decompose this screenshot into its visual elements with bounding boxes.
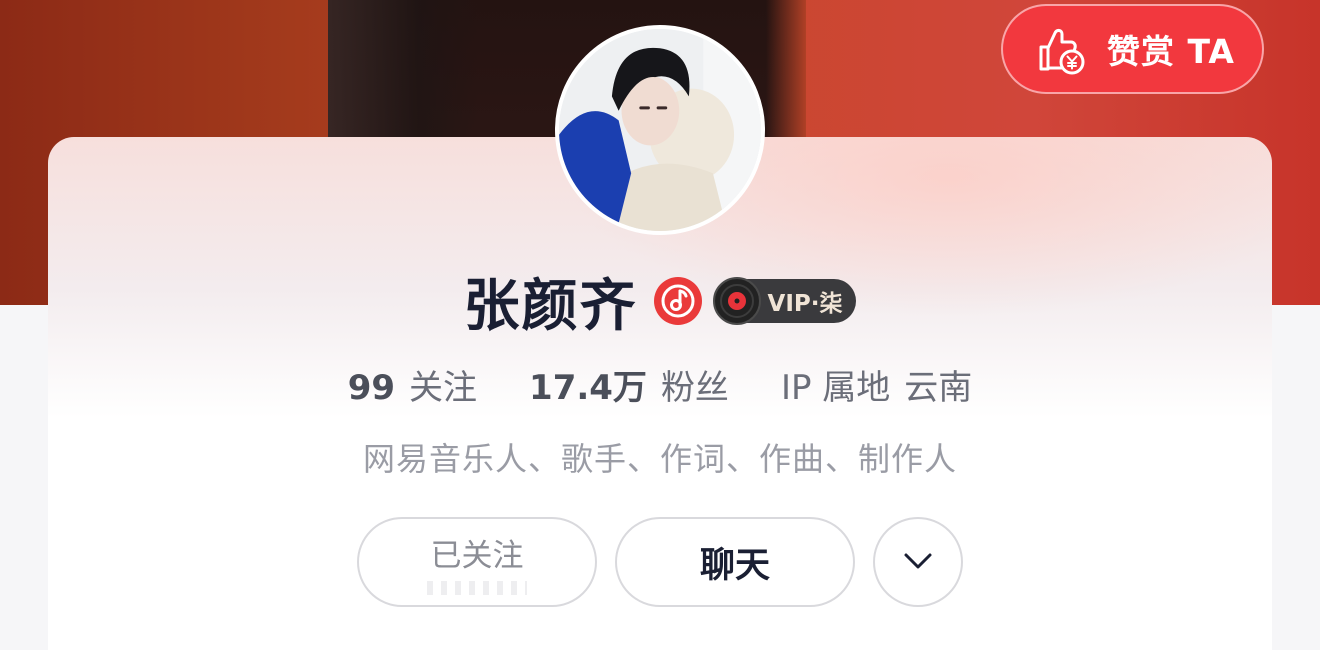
reward-button-label: 赞赏 TA — [1107, 32, 1235, 71]
followers-stat[interactable]: 17.4万 粉丝 — [529, 360, 729, 409]
user-bio: 网易音乐人、歌手、作词、作曲、制作人 — [362, 440, 957, 478]
stats-row: 99 关注 17.4万 粉丝 IP 属地 云南 — [0, 360, 1320, 408]
followers-count: 17.4万 — [529, 367, 647, 408]
vip-badge[interactable]: VIP·柒 — [712, 276, 857, 326]
user-name: 张颜齐 — [463, 273, 638, 339]
avatar[interactable] — [555, 25, 765, 235]
following-stat[interactable]: 99 关注 — [348, 360, 477, 409]
reward-button[interactable]: 赞赏 TA — [1001, 4, 1264, 94]
avatar-image — [559, 29, 761, 231]
vip-label: VIP·柒 — [767, 291, 843, 317]
ip-label: IP 属地 — [780, 367, 891, 408]
followed-label: 已关注 — [430, 537, 524, 574]
followed-subtext — [427, 580, 527, 595]
ip-location: IP 属地 云南 — [781, 360, 972, 409]
chevron-down-icon — [898, 540, 938, 584]
chat-label: 聊天 — [699, 545, 770, 586]
followed-button[interactable]: 已关注 — [357, 517, 597, 607]
ip-value: 云南 — [904, 367, 973, 408]
followers-label: 粉丝 — [660, 367, 729, 408]
vinyl-disc-icon — [712, 276, 762, 326]
following-count: 99 — [347, 367, 396, 408]
more-button[interactable] — [873, 517, 963, 607]
chat-button[interactable]: 聊天 — [615, 517, 855, 607]
thumbs-up-yen-icon — [1033, 21, 1089, 77]
following-label: 关注 — [409, 367, 478, 408]
name-row: 张颜齐 VIP·柒 — [0, 265, 1320, 339]
action-buttons: 已关注 聊天 — [0, 517, 1320, 607]
music-note-icon[interactable] — [653, 277, 702, 325]
